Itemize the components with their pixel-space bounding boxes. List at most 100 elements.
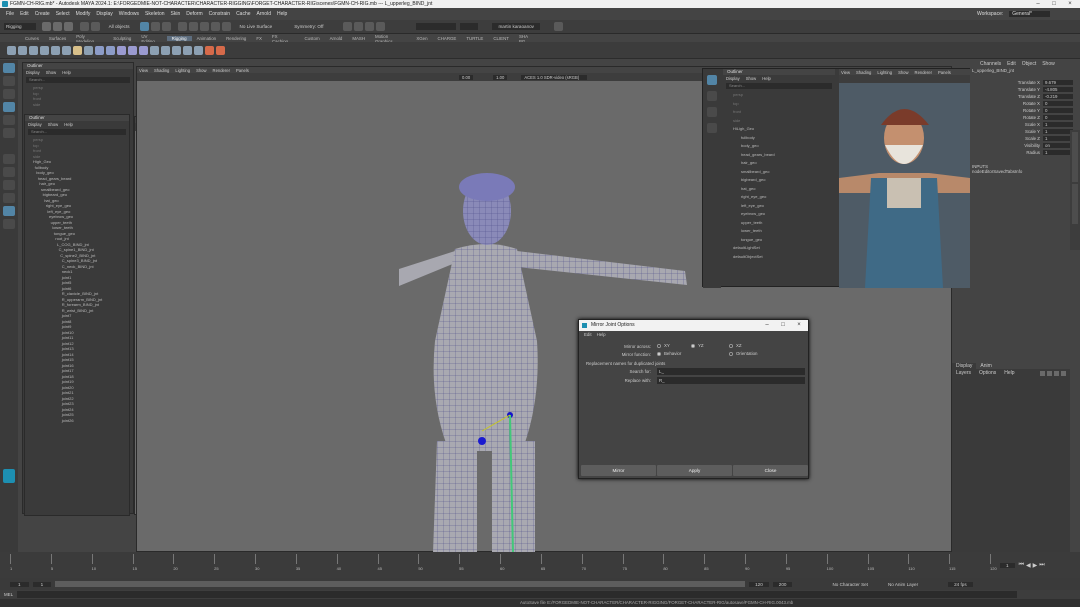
ik-handle-icon[interactable]	[18, 45, 27, 55]
close-icon[interactable]: ×	[1062, 0, 1078, 8]
mirror-across-xy[interactable]: XY	[657, 343, 687, 349]
soft-select-icon[interactable]	[3, 154, 15, 164]
vp-right-menu-panels[interactable]: Panels	[938, 70, 951, 75]
range-end-field[interactable]: 200	[772, 581, 793, 587]
menu-constrain[interactable]: Constrain	[209, 11, 230, 17]
snap-surface-icon[interactable]	[221, 22, 231, 31]
channel-row[interactable]: Translate X 9.679	[970, 79, 1080, 86]
outliner-right-menu-help[interactable]: Help	[762, 76, 771, 81]
custom-shelf-icon[interactable]	[216, 45, 225, 55]
menu-help[interactable]: Help	[277, 11, 287, 17]
character-closeup-render[interactable]	[839, 83, 970, 288]
layer-tab-anim[interactable]: Anim	[976, 363, 995, 369]
select-object-icon[interactable]	[150, 22, 160, 31]
side-tab-attribute-editor[interactable]	[1072, 184, 1078, 224]
outliner-item[interactable]: head_gears_beard	[733, 151, 835, 160]
save-scene-icon[interactable]	[63, 22, 73, 31]
new-scene-icon[interactable]	[41, 22, 51, 31]
vp-right-menu-shading[interactable]: Shading	[856, 70, 871, 75]
outliner-left-menu-show[interactable]: Show	[46, 70, 56, 75]
menu-skin[interactable]: Skin	[171, 11, 181, 17]
menu-cache[interactable]: Cache	[236, 11, 250, 17]
input-field-2[interactable]	[460, 23, 479, 30]
menu-create[interactable]: Create	[35, 11, 50, 17]
input-field-1[interactable]	[416, 23, 457, 30]
dialog-close-icon[interactable]: ×	[793, 320, 805, 331]
shelf-tab-rigging[interactable]: Rigging	[166, 36, 192, 41]
outliner-item[interactable]: side	[733, 117, 835, 126]
shelf-tab-sculpting[interactable]: Sculpting	[108, 36, 136, 41]
workspace-dropdown[interactable]: General*	[1009, 11, 1050, 17]
orient-joint-icon[interactable]	[62, 45, 71, 55]
outliner-item[interactable]: joint26	[33, 418, 129, 424]
outliner-item[interactable]: hair_geo	[733, 159, 835, 168]
menu-deform[interactable]: Deform	[186, 11, 202, 17]
objects-dropdown[interactable]: All objects	[109, 24, 130, 29]
main-vp-menu-lighting[interactable]: Lighting	[175, 68, 190, 73]
range-bar[interactable]	[55, 581, 746, 587]
menu-arnold[interactable]: Arnold	[257, 11, 271, 17]
close-button[interactable]: Close	[733, 465, 808, 476]
maximize-icon[interactable]: □	[1046, 0, 1062, 8]
select-component-icon[interactable]	[161, 22, 171, 31]
layout-four-icon[interactable]	[3, 180, 15, 190]
exposure-field[interactable]: 0.00	[459, 74, 474, 80]
paint-select-tool-icon[interactable]	[3, 89, 15, 99]
mirror-function-behavior[interactable]: Behavior	[657, 351, 729, 357]
shelf-tab-fx[interactable]: FX	[251, 36, 267, 41]
dialog-minimize-icon[interactable]: –	[761, 320, 773, 331]
play-icon[interactable]: ▶	[1033, 562, 1038, 569]
menu-file[interactable]: File	[6, 11, 14, 17]
lasso-tool-icon[interactable]	[3, 76, 15, 86]
snap-grid-icon[interactable]	[177, 22, 187, 31]
shelf-tab-turtle[interactable]: TURTLE	[461, 36, 488, 41]
mirror-across-xz[interactable]: XZ	[729, 343, 742, 349]
mode-dropdown[interactable]: Rigging	[4, 23, 36, 30]
layer-tab-display[interactable]: Display	[952, 362, 977, 369]
vp-right-menu-view[interactable]: View	[841, 70, 850, 75]
outliner-right-search[interactable]: Search...	[726, 83, 832, 89]
bind-skin-icon[interactable]	[95, 45, 104, 55]
live-surface-label[interactable]: No Live Surface	[240, 24, 273, 29]
outliner-item[interactable]: HiLigh_Geo	[733, 125, 835, 134]
select-hierarchy-icon[interactable]	[139, 22, 149, 31]
floating-viewport-right[interactable]: View Shading Lighting Show Renderer Pane…	[839, 69, 970, 288]
move-tool-icon[interactable]	[3, 102, 15, 112]
outliner-item[interactable]: eyebrow_geo	[733, 210, 835, 219]
render-settings-icon[interactable]	[365, 22, 375, 31]
dialog-maximize-icon[interactable]: □	[777, 320, 789, 331]
outliner-item[interactable]: bigbeard_geo	[733, 176, 835, 185]
shelf-tab-rendering[interactable]: Rendering	[221, 36, 251, 41]
replace-with-input[interactable]: R_	[657, 377, 805, 384]
outliner-item[interactable]: left_eye_geo	[733, 202, 835, 211]
shelf-tab-curves[interactable]: Curves	[20, 36, 44, 41]
outliner-item[interactable]: defaultLightSet	[733, 244, 835, 253]
channel-row[interactable]: Rotate Z0	[970, 114, 1080, 121]
menu-edit[interactable]: Edit	[20, 11, 29, 17]
channel-row[interactable]: Rotate Y0	[970, 107, 1080, 114]
layer-menu-layers[interactable]: Layers	[956, 370, 971, 376]
channel-row[interactable]: Radius 1	[970, 149, 1080, 156]
right-move-icon[interactable]	[707, 91, 717, 101]
current-frame-field[interactable]: 1	[1000, 562, 1015, 568]
shelf-tab-charge[interactable]: CHARGE	[433, 36, 462, 41]
outliner-mid-menu-help[interactable]: Help	[64, 122, 73, 127]
layer-down-icon[interactable]	[1047, 370, 1052, 376]
channel-value[interactable]: 1	[1043, 122, 1073, 127]
shelf-tab-client[interactable]: CLIENT	[488, 36, 514, 41]
cluster-icon[interactable]	[117, 45, 126, 55]
layer-new-icon[interactable]	[1054, 370, 1059, 376]
channel-row[interactable]: Translate Z -0.219	[970, 93, 1080, 100]
outliner-item[interactable]: smallbeard_geo	[733, 168, 835, 177]
user-account[interactable]: martin karaoanov	[492, 23, 540, 30]
snap-curve-icon[interactable]	[188, 22, 198, 31]
hypershade-icon[interactable]	[376, 22, 386, 31]
apply-button[interactable]: Apply	[657, 465, 732, 476]
scale-tool-icon[interactable]	[3, 128, 15, 138]
channelbox-menu-channels[interactable]: Channels	[980, 61, 1001, 67]
layer-menu-options[interactable]: Options	[979, 370, 996, 376]
shelf-tab-surfaces[interactable]: Surfaces	[44, 36, 71, 41]
point-constraint-icon[interactable]	[161, 45, 170, 55]
menu-skeleton[interactable]: Skeleton	[145, 11, 164, 17]
colorspace-dropdown[interactable]: ACES 1.0 SDR-video (sRGB)	[521, 74, 588, 80]
